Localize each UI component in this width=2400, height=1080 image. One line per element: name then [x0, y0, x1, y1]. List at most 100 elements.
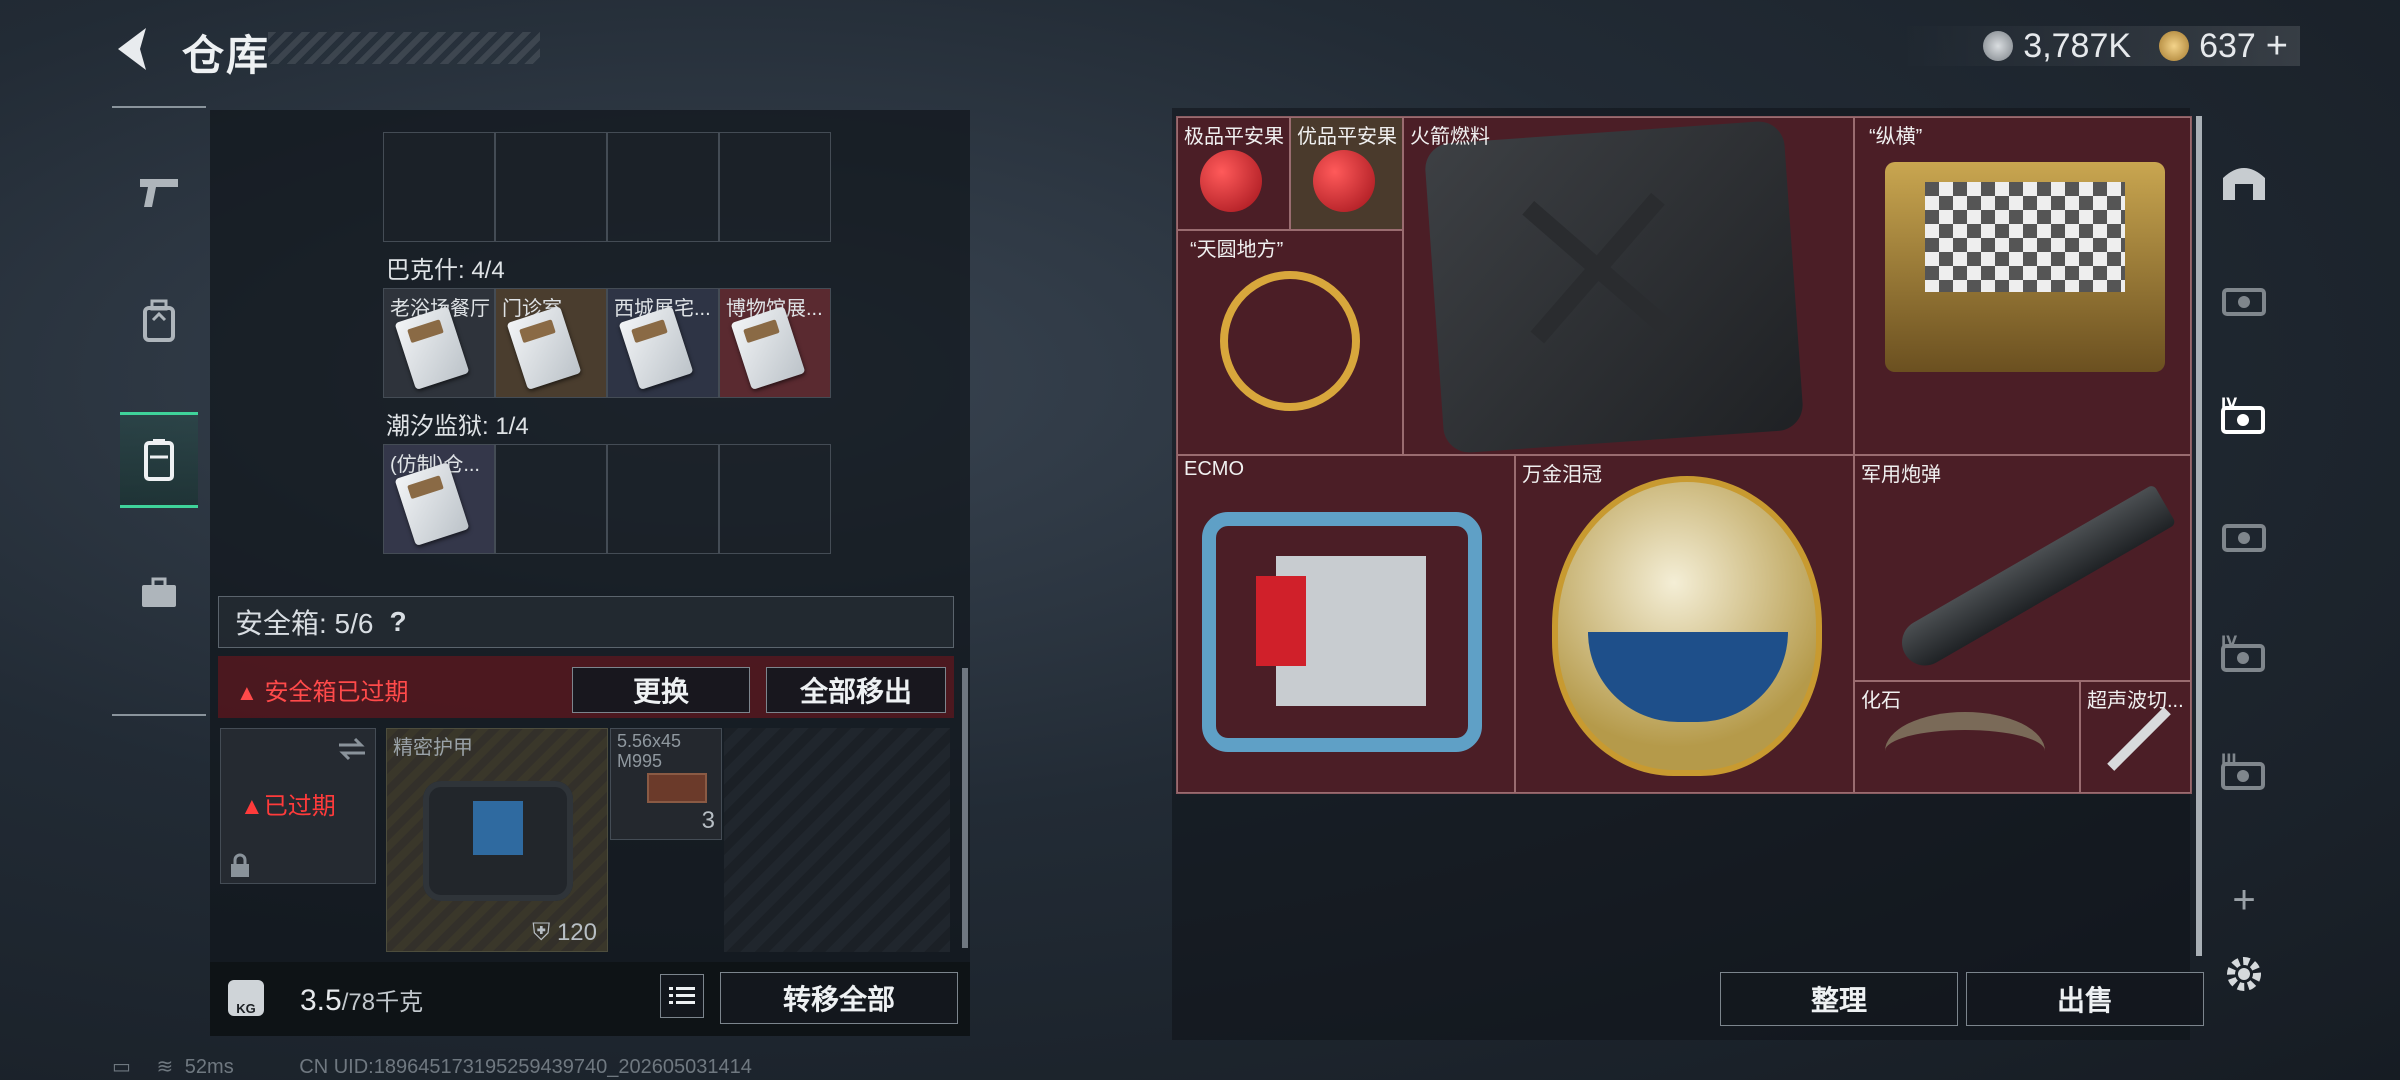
- storage-tab-3[interactable]: [2216, 508, 2272, 564]
- cutter-image: [2107, 707, 2171, 771]
- storage-tab-3-icon: [2222, 524, 2266, 552]
- storage-item[interactable]: 化石: [1854, 681, 2080, 793]
- list-icon: [669, 987, 695, 1004]
- expired-badge: ▲已过期: [240, 793, 336, 820]
- keycard-slot[interactable]: 老浴场餐厅: [383, 288, 495, 398]
- empty-slot[interactable]: [719, 444, 831, 554]
- swap-button[interactable]: 更换: [572, 667, 750, 713]
- storage-item[interactable]: 优品平安果: [1290, 117, 1403, 230]
- rail-scrollbar[interactable]: [2196, 116, 2202, 956]
- add-currency-button[interactable]: +: [2266, 25, 2288, 68]
- help-icon[interactable]: ?: [389, 606, 406, 638]
- gold-amount: 637: [2199, 26, 2256, 65]
- sort-button[interactable]: 整理: [1720, 972, 1958, 1026]
- shield-icon: ⛨: [532, 919, 551, 946]
- ammo-name: 5.56x45 M995: [617, 731, 682, 771]
- ammo-box-image: [647, 773, 707, 803]
- storage-tab-IV[interactable]: IV: [2216, 388, 2272, 444]
- storage-item[interactable]: ECMO: [1177, 455, 1515, 793]
- armillary-sphere-image: [1220, 271, 1360, 411]
- warning-icon: ▲: [240, 793, 264, 820]
- empty-slot[interactable]: [495, 444, 607, 554]
- settings-button[interactable]: [2216, 946, 2272, 1002]
- battery-icon: ▭: [112, 1056, 131, 1078]
- briefcase-icon: [142, 577, 176, 607]
- container-icon: [144, 439, 174, 481]
- expired-notice: ▲ 安全箱已过期: [236, 679, 409, 706]
- scrollbar[interactable]: [962, 668, 968, 948]
- warehouse-tab[interactable]: [2216, 152, 2272, 208]
- storage-tab-1-icon: [2222, 288, 2266, 316]
- list-view-button[interactable]: [660, 974, 704, 1018]
- empty-slot[interactable]: [383, 132, 495, 242]
- keycard-row: (仿制)仓...: [383, 444, 831, 554]
- fossil-claw-image: [1885, 712, 2045, 790]
- weapon-tab[interactable]: [120, 148, 198, 238]
- move-all-out-button[interactable]: 全部移出: [766, 667, 946, 713]
- armor-slot[interactable]: 精密护甲 ⛨ 120: [386, 728, 608, 952]
- storage-item[interactable]: 火箭燃料: [1403, 117, 1854, 455]
- storage-item[interactable]: 军用炮弹: [1854, 455, 2191, 681]
- storage-item[interactable]: “天圆地方”: [1177, 230, 1403, 455]
- back-arrow-icon: [118, 28, 146, 70]
- container-tab[interactable]: [120, 412, 198, 508]
- user-uid: CN UID:1896451731952594​39740_2026050314…: [299, 1056, 752, 1078]
- keycard-slot[interactable]: 门诊室: [495, 288, 607, 398]
- silver-coin-icon: [1983, 31, 2014, 61]
- empty-area: [724, 728, 950, 952]
- storage-item[interactable]: 万金泪冠: [1515, 455, 1854, 793]
- keycard-row: 老浴场餐厅 门诊室 西城展宅... 博物馆展...: [383, 288, 831, 398]
- weight-readout: 3.5/78千克: [300, 984, 424, 1017]
- swap-icon: [339, 737, 365, 761]
- page-title: 仓库: [182, 32, 271, 79]
- armor-name: 精密护甲: [393, 737, 473, 759]
- backpack-icon: [143, 299, 175, 342]
- storage-tabs-rail: IV IV III +: [2196, 116, 2286, 1036]
- ammo-count: 3: [701, 807, 715, 834]
- weight-icon: KG: [228, 980, 264, 1016]
- transfer-all-button[interactable]: 转移全部: [720, 972, 958, 1024]
- keycard-slot[interactable]: 西城展宅...: [607, 288, 719, 398]
- add-storage-tab-button[interactable]: +: [2216, 872, 2272, 928]
- safe-box-label: 安全箱: 5/6: [235, 608, 374, 639]
- keycard-slot[interactable]: (仿制)仓...: [383, 444, 495, 554]
- storage-tab-IV-icon: IV: [2221, 396, 2265, 434]
- empty-grid-row: [383, 132, 831, 242]
- empty-slot[interactable]: [607, 132, 719, 242]
- storage-item[interactable]: 极品平安果: [1177, 117, 1290, 230]
- storage-grid: 极品平安果 优品平安果 火箭燃料 “纵横” “天圆地方” ECMO 万金泪冠 军…: [1176, 116, 2192, 794]
- category-rail: [112, 106, 206, 716]
- storage-item[interactable]: 超声波切...: [2080, 681, 2191, 793]
- warehouse-icon: [2223, 168, 2265, 200]
- empty-slot[interactable]: [607, 444, 719, 554]
- chess-set-image: [1885, 162, 2165, 372]
- storage-tab-III-icon: III: [2221, 752, 2265, 790]
- ammo-slot[interactable]: 5.56x45 M995 3: [610, 728, 722, 840]
- missile-image: [1893, 484, 2177, 674]
- back-button[interactable]: [110, 22, 154, 76]
- storage-item[interactable]: “纵横”: [1854, 117, 2191, 455]
- group-label-bakshi: 巴克什: 4/4: [386, 257, 505, 284]
- warning-icon: ▲: [236, 680, 258, 705]
- lock-icon: [231, 853, 249, 877]
- armor-durability: ⛨ 120: [532, 919, 597, 946]
- storage-tab-IV-2[interactable]: IV: [2216, 626, 2272, 682]
- ecmo-machine-image: [1202, 512, 1482, 752]
- empty-slot[interactable]: [719, 132, 831, 242]
- storage-tab-1[interactable]: [2216, 272, 2272, 328]
- silver-amount: 3,787K: [2023, 26, 2132, 65]
- keycard-slot[interactable]: 博物馆展...: [719, 288, 831, 398]
- currency-bar: 3,787K 637 +: [1900, 25, 2300, 68]
- safe-box-header: 安全箱: 5/6 ?: [218, 596, 954, 648]
- pistol-icon: [140, 179, 178, 207]
- sell-button[interactable]: 出售: [1966, 972, 2204, 1026]
- briefcase-tab[interactable]: [120, 548, 198, 638]
- storage-tab-III[interactable]: III: [2216, 744, 2272, 800]
- group-label-prison: 潮汐监狱: 1/4: [386, 413, 529, 440]
- empty-slot[interactable]: [495, 132, 607, 242]
- apple-image: [1313, 150, 1375, 212]
- jeweled-egg-image: [1552, 476, 1822, 776]
- keycard-icon: [506, 306, 582, 390]
- title-decoration: [268, 32, 540, 64]
- backpack-tab[interactable]: [120, 276, 198, 366]
